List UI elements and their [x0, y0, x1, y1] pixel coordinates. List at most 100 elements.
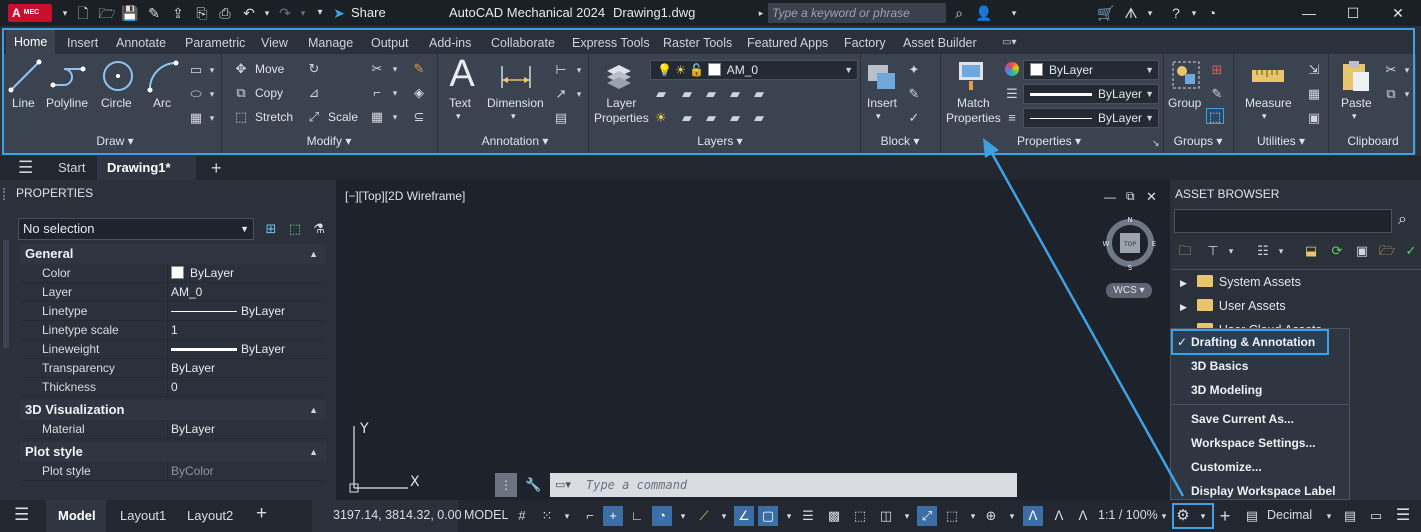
tab-model[interactable]: Model: [58, 508, 96, 523]
asset-tree-view-icon[interactable]: ⊤: [1204, 243, 1222, 259]
command-recent-icon[interactable]: ▭▾: [555, 478, 571, 491]
export-icon[interactable]: ⎘: [193, 4, 211, 22]
visualization-section[interactable]: 3D Visualization ▲: [20, 400, 326, 420]
save-icon[interactable]: 💾: [121, 4, 139, 22]
selection-filter-dropdown-icon[interactable]: ▾: [963, 506, 983, 526]
coordinates-display[interactable]: 3197.14, 3814.32, 0.00: [333, 508, 462, 522]
undo-dropdown-icon[interactable]: ▾: [258, 4, 276, 22]
upload-icon[interactable]: ⇪: [169, 4, 187, 22]
snap-dropdown-icon[interactable]: ▾: [557, 506, 577, 526]
menu-item-customize[interactable]: Customize...: [1191, 460, 1262, 474]
annotation-scale-dropdown-icon[interactable]: ▾: [1154, 506, 1174, 526]
menu-item-display-workspace-label[interactable]: Display Workspace Label: [1191, 484, 1336, 498]
search-icon[interactable]: ⌕: [950, 4, 968, 22]
annotation-monitor-icon[interactable]: +: [1215, 506, 1235, 526]
select-objects-icon[interactable]: ⬚: [286, 221, 304, 237]
asset-tree-dropdown-icon[interactable]: ▾: [1222, 243, 1240, 259]
isodraft-dropdown-icon[interactable]: ▾: [714, 506, 734, 526]
prop-row-transparency[interactable]: Transparency ByLayer: [20, 359, 326, 378]
app-menu-button[interactable]: A MEC: [8, 4, 52, 22]
selection-cycling-icon[interactable]: ⬚: [850, 506, 870, 526]
save-as-icon[interactable]: ✎: [145, 4, 163, 22]
file-tabs-menu-icon[interactable]: ☰: [8, 156, 43, 180]
asset-sync-icon[interactable]: ✓: [1402, 243, 1420, 259]
gizmo-icon[interactable]: ⊕: [981, 506, 1001, 526]
menu-item-save-current-as[interactable]: Save Current As...: [1191, 412, 1294, 426]
help-search-input[interactable]: Type a keyword or phrase: [768, 3, 946, 23]
menu-item-workspace-settings[interactable]: Workspace Settings...: [1191, 436, 1315, 450]
command-customize-icon[interactable]: 🔧: [525, 477, 541, 493]
minimize-button[interactable]: —: [1298, 3, 1320, 23]
prop-row-material[interactable]: Material ByLayer: [20, 420, 326, 439]
prop-row-linetype-scale[interactable]: Linetype scale 1: [20, 321, 326, 340]
command-input[interactable]: Type a command: [550, 473, 1017, 497]
snap-icon[interactable]: ⁙: [537, 506, 557, 526]
cart-icon[interactable]: 🛒: [1097, 4, 1115, 22]
tab-layout1[interactable]: Layout1: [120, 508, 166, 523]
asset-import-icon[interactable]: ⬓: [1302, 243, 1320, 259]
tab-layout2[interactable]: Layout2: [187, 508, 233, 523]
ortho-icon[interactable]: ∟: [627, 506, 647, 526]
new-tab-icon[interactable]: +: [201, 156, 232, 180]
units-icon[interactable]: ▤: [1242, 506, 1262, 526]
asset-search-icon[interactable]: ⌕: [1398, 211, 1407, 229]
selection-filter-icon[interactable]: ⬚: [942, 506, 962, 526]
units-dropdown-icon[interactable]: ▾: [1319, 506, 1339, 526]
selection-dropdown[interactable]: No selection ▼: [18, 218, 254, 240]
object-snap-icon[interactable]: ▢: [758, 506, 778, 526]
tab-drawing1[interactable]: Drawing1* ✕: [97, 156, 196, 199]
help-icon[interactable]: ?: [1167, 4, 1185, 22]
prop-row-color[interactable]: Color ByLayer: [20, 264, 326, 283]
account-dropdown-icon[interactable]: ▾: [1005, 4, 1023, 22]
autodesk-assistant-icon[interactable]: ◔: [1203, 4, 1221, 22]
3d-osnap-dropdown-icon[interactable]: ▾: [897, 506, 917, 526]
general-section[interactable]: General ▲: [20, 244, 326, 264]
clean-screen-icon[interactable]: ▭: [1366, 506, 1386, 526]
tree-item-system-assets[interactable]: ▶ System Assets: [1180, 275, 1301, 289]
quick-properties-icon[interactable]: ▤: [1340, 506, 1360, 526]
viewport-controls-label[interactable]: [−][Top][2D Wireframe]: [345, 189, 465, 203]
prop-row-lineweight[interactable]: Lineweight ByLayer: [20, 340, 326, 359]
toggle-pickadd-icon[interactable]: ⊞: [262, 221, 280, 237]
redo-dropdown-icon[interactable]: ▾: [294, 4, 312, 22]
close-window-button[interactable]: ✕: [1387, 3, 1409, 23]
user-account-icon[interactable]: 👤: [975, 4, 993, 22]
asset-folder-open-icon[interactable]: 🗁: [1378, 243, 1396, 259]
3d-osnap-icon[interactable]: ◫: [876, 506, 896, 526]
model-space-button[interactable]: MODEL: [464, 508, 508, 522]
redo-icon[interactable]: ↷: [276, 4, 294, 22]
asset-list-dropdown-icon[interactable]: ▾: [1272, 243, 1290, 259]
autodesk-app-icon[interactable]: ᗑ: [1122, 4, 1140, 22]
palette-grip[interactable]: [3, 188, 8, 200]
isodraft-icon[interactable]: ⟋: [694, 506, 714, 526]
polar-tracking-icon[interactable]: ◔: [652, 506, 672, 526]
asset-list-view-icon[interactable]: ☷: [1254, 243, 1272, 259]
gizmo-dropdown-icon[interactable]: ▾: [1002, 506, 1022, 526]
plot-style-section[interactable]: Plot style ▲: [20, 442, 326, 462]
tab-start[interactable]: Start: [48, 156, 95, 180]
new-file-icon[interactable]: 🗋: [74, 4, 92, 22]
palette-scrollbar[interactable]: [3, 240, 9, 348]
grid-icon[interactable]: #: [512, 506, 532, 526]
undo-icon[interactable]: ↶: [240, 4, 258, 22]
prop-row-linetype[interactable]: Linetype ByLayer: [20, 302, 326, 321]
dynamic-input-icon[interactable]: +: [603, 506, 623, 526]
infer-constraints-icon[interactable]: ⌐: [580, 506, 600, 526]
dynamic-ucs-icon[interactable]: ⤢: [917, 506, 937, 526]
asset-search-input[interactable]: [1174, 209, 1392, 233]
open-file-icon[interactable]: 🗁: [98, 4, 116, 22]
prop-row-layer[interactable]: Layer AM_0: [20, 283, 326, 302]
polar-dropdown-icon[interactable]: ▾: [673, 506, 693, 526]
transparency-icon[interactable]: ▩: [824, 506, 844, 526]
help-dropdown-icon[interactable]: ▾: [1185, 4, 1203, 22]
app-dropdown-icon[interactable]: ▾: [1141, 4, 1159, 22]
annotation-visibility-icon[interactable]: ᐱ: [1023, 506, 1043, 526]
menu-item-3d-basics[interactable]: 3D Basics: [1191, 359, 1248, 373]
auto-scale-icon[interactable]: ᐱ: [1049, 506, 1069, 526]
app-menu-chevron-icon[interactable]: ▾: [56, 4, 74, 22]
command-grip[interactable]: ⋮ ✕: [495, 473, 517, 516]
tree-item-user-assets[interactable]: ▶ User Assets: [1180, 299, 1286, 313]
share-button[interactable]: Share: [351, 5, 386, 20]
object-snap-dropdown-icon[interactable]: ▾: [779, 506, 799, 526]
lineweight-toggle-icon[interactable]: ☰: [798, 506, 818, 526]
